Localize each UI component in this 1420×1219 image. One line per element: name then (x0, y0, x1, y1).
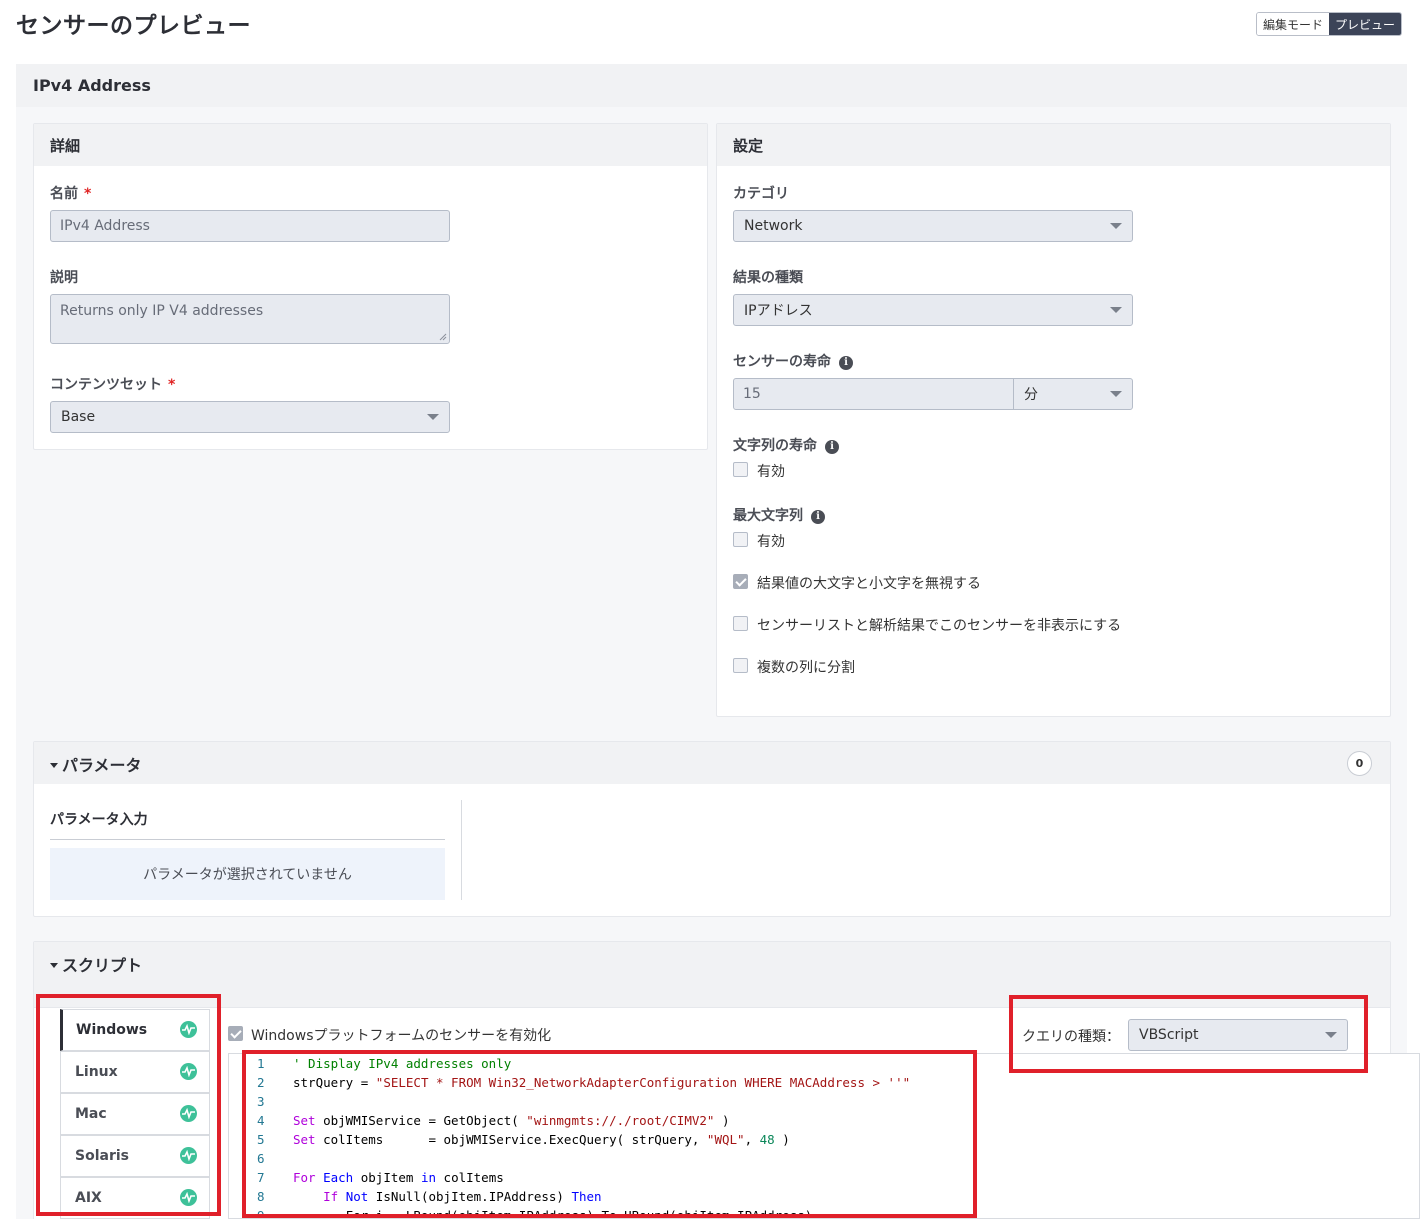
resize-handle-icon[interactable] (439, 333, 447, 341)
max-strings-label-text: 最大文字列 (733, 508, 803, 524)
result-type-label: 結果の種類 (733, 270, 803, 286)
mode-toggle: 編集モード プレビュー (1256, 12, 1403, 36)
script-title-text: スクリプト (62, 956, 143, 975)
name-label-text: 名前 (50, 186, 78, 202)
edit-mode-button[interactable]: 編集モード (1257, 13, 1330, 35)
info-icon[interactable]: i (811, 510, 825, 524)
parameters-divider-vertical (461, 800, 462, 900)
hide-sensor-checkbox[interactable] (733, 616, 748, 631)
parameter-input-label: パラメータ入力 (50, 812, 148, 828)
parameters-empty-message: パラメータが選択されていません (143, 867, 352, 883)
enable-platform-checkbox[interactable] (228, 1026, 243, 1041)
split-columns-label: 複数の列に分割 (757, 660, 855, 676)
details-panel-header (34, 124, 707, 166)
collapse-caret-icon (50, 763, 58, 768)
max-age-label-text: センサーの寿命 (733, 354, 831, 370)
sensor-header (16, 64, 1407, 107)
parameters-count-badge: 0 (1347, 751, 1372, 776)
settings-panel-header (717, 124, 1390, 166)
content-set-label: コンテンツセット * (50, 374, 175, 394)
info-icon[interactable]: i (825, 440, 839, 454)
string-age-enabled-checkbox[interactable] (733, 462, 748, 477)
collapse-caret-icon (50, 963, 58, 968)
chevron-down-icon (1110, 307, 1122, 313)
script-title[interactable]: スクリプト (50, 952, 142, 976)
category-value: Network (744, 218, 803, 234)
max-strings-enabled-label: 有効 (757, 534, 785, 550)
string-age-label: 文字列の寿命 i (733, 435, 839, 455)
max-age-label: センサーの寿命 i (733, 351, 853, 371)
name-label: 名前 * (50, 183, 91, 203)
ignore-case-checkbox[interactable] (733, 574, 748, 589)
chevron-down-icon (427, 414, 439, 420)
result-type-value: IPアドレス (744, 303, 813, 319)
string-age-enabled-label: 有効 (757, 464, 785, 480)
hide-sensor-label: センサーリストと解析結果でこのセンサーを非表示にする (757, 618, 1122, 634)
sensor-name: IPv4 Address (33, 76, 151, 95)
parameters-title[interactable]: パラメータ (50, 752, 142, 776)
name-field[interactable]: IPv4 Address (50, 210, 450, 242)
max-strings-enabled-checkbox[interactable] (733, 532, 748, 547)
divider (50, 839, 445, 840)
category-label: カテゴリ (733, 186, 789, 202)
content-set-value: Base (61, 409, 96, 425)
content-set-select[interactable]: Base (50, 401, 450, 433)
required-mark: * (84, 186, 92, 202)
chevron-down-icon (1110, 223, 1122, 229)
chevron-down-icon (1110, 391, 1122, 397)
max-age-input[interactable]: 15 (733, 378, 1014, 410)
split-columns-checkbox[interactable] (733, 658, 748, 673)
preview-mode-button[interactable]: プレビュー (1329, 13, 1402, 35)
highlight-box-code (242, 1050, 977, 1218)
max-age-unit-select[interactable]: 分 (1013, 378, 1133, 410)
settings-title: 設定 (733, 137, 764, 155)
category-select[interactable]: Network (733, 210, 1133, 242)
parameters-title-text: パラメータ (62, 756, 142, 775)
description-label: 説明 (50, 270, 78, 286)
required-mark: * (168, 377, 176, 393)
highlight-box-query-type (1009, 995, 1368, 1073)
page-title: センサーのプレビュー (16, 13, 251, 39)
content-set-label-text: コンテンツセット (50, 377, 162, 393)
enable-platform-label: Windowsプラットフォームのセンサーを有効化 (251, 1028, 552, 1044)
description-value: Returns only IP V4 addresses (60, 303, 264, 319)
ignore-case-label: 結果値の大文字と小文字を無視する (757, 576, 981, 592)
max-age-unit-value: 分 (1024, 387, 1038, 403)
description-field[interactable]: Returns only IP V4 addresses (50, 294, 450, 344)
parameters-empty-box: パラメータが選択されていません (50, 848, 445, 900)
string-age-label-text: 文字列の寿命 (733, 438, 817, 454)
highlight-box-platform-tabs (36, 994, 221, 1216)
parameters-header[interactable] (34, 742, 1390, 784)
max-strings-label: 最大文字列 i (733, 505, 825, 525)
info-icon[interactable]: i (839, 356, 853, 370)
details-title: 詳細 (50, 137, 81, 155)
result-type-select[interactable]: IPアドレス (733, 294, 1133, 326)
